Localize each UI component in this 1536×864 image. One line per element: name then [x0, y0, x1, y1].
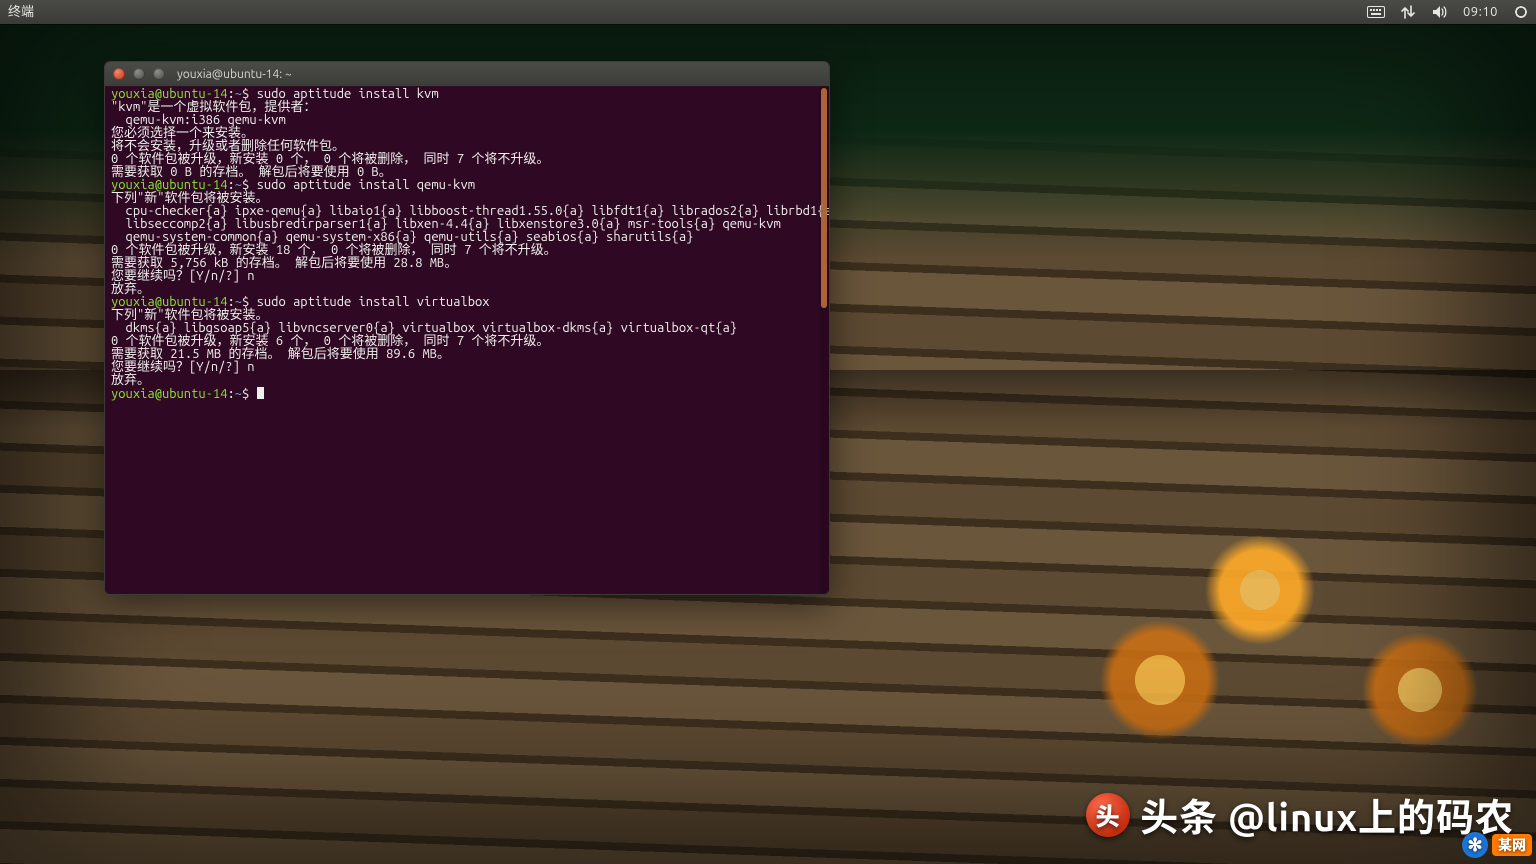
prompt-dir: ~: [235, 295, 242, 309]
terminal-body[interactable]: youxia@ubuntu-14:~$ sudo aptitude instal…: [105, 86, 829, 594]
terminal-output-line: 放弃。: [111, 374, 823, 387]
minimize-icon[interactable]: [133, 68, 145, 80]
network-updown-icon[interactable]: [1399, 3, 1417, 21]
prompt-dir: ~: [235, 387, 242, 401]
power-gear-icon[interactable]: [1512, 3, 1530, 21]
close-icon[interactable]: [113, 68, 125, 80]
watermark: 头 头条 @linux上的码农: [1086, 787, 1514, 842]
terminal-window: youxia@ubuntu-14: ~ youxia@ubuntu-14:~$ …: [104, 61, 830, 595]
scrollbar-thumb[interactable]: [821, 88, 827, 308]
window-titlebar[interactable]: youxia@ubuntu-14: ~: [105, 62, 829, 87]
active-app-title[interactable]: 终端: [8, 0, 34, 24]
prompt-user: youxia@ubuntu-14: [111, 87, 227, 101]
watermark-badge-icon: ✻: [1462, 832, 1488, 858]
prompt-suffix: $: [242, 178, 257, 192]
prompt-suffix: $: [242, 87, 257, 101]
watermark-badge-text: 某网: [1492, 834, 1532, 856]
prompt-dir: ~: [235, 178, 242, 192]
watermark-logo-icon: 头: [1086, 793, 1130, 837]
terminal-prompt-line: youxia@ubuntu-14:~$: [111, 387, 823, 401]
keyboard-indicator-icon[interactable]: [1367, 3, 1385, 21]
terminal-output-line: 您要继续吗？[Y/n/?] n: [111, 270, 823, 283]
prompt-command: sudo aptitude install virtualbox: [257, 295, 490, 309]
window-title: youxia@ubuntu-14: ~: [177, 68, 292, 81]
terminal-scrollbar[interactable]: [819, 86, 829, 594]
prompt-user: youxia@ubuntu-14: [111, 295, 227, 309]
prompt-command: sudo aptitude install qemu-kvm: [257, 178, 475, 192]
desktop-wallpaper: 终端 09:10 youxia@ubuntu-14: ~ youxia@: [0, 0, 1536, 864]
prompt-suffix: $: [242, 295, 257, 309]
volume-icon[interactable]: [1431, 3, 1449, 21]
maximize-icon[interactable]: [153, 68, 165, 80]
watermark-badge: ✻ 某网: [1462, 832, 1532, 858]
watermark-text: 头条 @linux上的码农: [1140, 787, 1514, 842]
terminal-output-line: 您要继续吗？[Y/n/?] n: [111, 361, 823, 374]
prompt-user: youxia@ubuntu-14: [111, 178, 227, 192]
prompt-suffix: $: [242, 387, 257, 401]
prompt-dir: ~: [235, 87, 242, 101]
terminal-cursor: [257, 387, 264, 399]
prompt-user: youxia@ubuntu-14: [111, 387, 227, 401]
top-menubar: 终端 09:10: [0, 0, 1536, 24]
clock[interactable]: 09:10: [1463, 0, 1498, 24]
prompt-command: sudo aptitude install kvm: [257, 87, 439, 101]
